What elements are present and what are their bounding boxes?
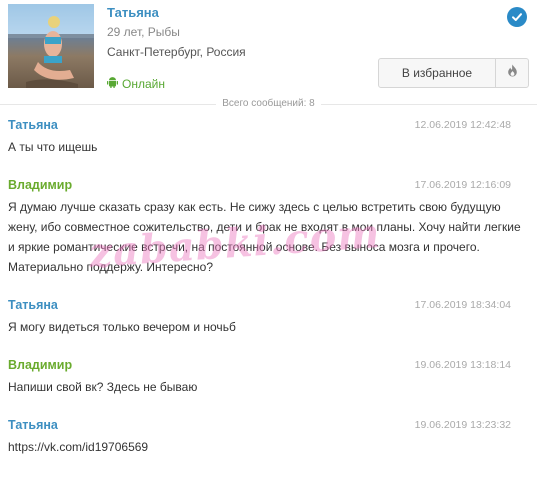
message-item: Татьяна 19.06.2019 13:23:32 https://vk.c… — [0, 418, 537, 478]
profile-age-sign: 29 лет, Рыбы — [107, 25, 180, 39]
message-item: Татьяна 12.06.2019 12:42:48 А ты что ище… — [0, 118, 537, 178]
message-date: 17.06.2019 18:34:04 — [414, 299, 511, 311]
message-item: Татьяна 17.06.2019 18:34:04 Я могу видет… — [0, 298, 537, 358]
online-status: Онлайн — [107, 76, 165, 91]
message-date: 12.06.2019 12:42:48 — [414, 119, 511, 131]
verified-check-icon — [507, 7, 527, 27]
message-date: 17.06.2019 12:16:09 — [414, 179, 511, 191]
messages-total-label: Всего сообщений: 8 — [216, 98, 321, 109]
android-icon — [107, 76, 118, 91]
message-text: Я думаю лучше сказать сразу как есть. Не… — [8, 200, 521, 274]
fire-icon — [507, 64, 518, 82]
online-status-label: Онлайн — [122, 76, 165, 91]
add-to-favorites-button[interactable]: В избранное — [379, 59, 496, 87]
fire-button[interactable] — [496, 59, 528, 87]
message-date: 19.06.2019 13:18:14 — [414, 359, 511, 371]
message-date: 19.06.2019 13:23:32 — [414, 419, 511, 431]
profile-name[interactable]: Татьяна — [107, 5, 159, 20]
message-text: Напиши свой вк? Здесь не бываю — [8, 380, 198, 394]
messages-total: Всего сообщений: 8 — [0, 98, 537, 109]
message-text[interactable]: https://vk.com/id19706569 — [8, 437, 529, 457]
message-text: А ты что ищешь — [8, 140, 98, 154]
message-item: Владимир 19.06.2019 13:18:14 Напиши свой… — [0, 358, 537, 418]
profile-location: Санкт-Петербург, Россия — [107, 45, 246, 59]
profile-header: Татьяна 29 лет, Рыбы Санкт-Петербург, Ро… — [0, 0, 537, 96]
message-list: Татьяна 12.06.2019 12:42:48 А ты что ище… — [0, 118, 537, 478]
favorite-button-group: В избранное — [378, 58, 529, 88]
message-item: Владимир 17.06.2019 12:16:09 Я думаю луч… — [0, 178, 537, 298]
profile-avatar[interactable] — [8, 4, 94, 88]
message-text: Я могу видеться только вечером и ночьб — [8, 320, 236, 334]
